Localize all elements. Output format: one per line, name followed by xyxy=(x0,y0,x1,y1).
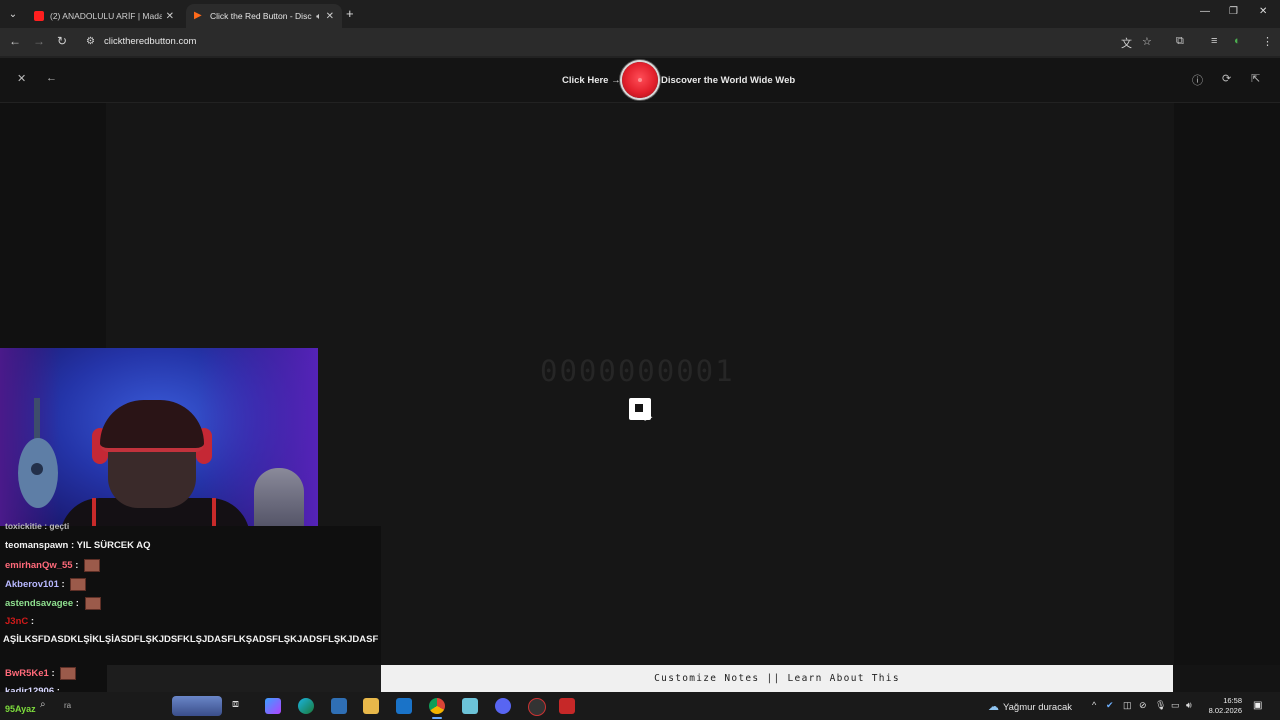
tab-search-chevron-icon[interactable]: ⌄ xyxy=(4,5,22,23)
no-wifi-icon[interactable]: ⊘ xyxy=(1139,700,1147,711)
speaker-icon[interactable]: 🔈︎ xyxy=(316,11,321,22)
back-icon[interactable]: ← xyxy=(9,34,21,48)
chat-username: astendsavagee xyxy=(5,598,74,610)
shield-icon[interactable]: ◫ xyxy=(1123,700,1132,711)
chat-message: Akberov101 : xyxy=(5,578,87,591)
system-clock[interactable]: 16:58 8.02.2026 xyxy=(1200,696,1242,716)
close-tab-icon[interactable]: ✕ xyxy=(166,11,174,22)
mouse-cursor-icon: ➤ xyxy=(643,410,654,424)
chat-long-text: AŞİLKSFDASDKLŞİKLŞİASDFLŞKJDSFKLŞJDASFLK… xyxy=(3,634,379,645)
weather-widget[interactable]: ☁ Yağmur duracak xyxy=(988,700,1072,713)
site-info-icon[interactable]: ⚙ xyxy=(86,36,95,47)
chat-emote xyxy=(60,667,77,680)
red-button-highlight xyxy=(638,78,642,82)
file-explorer-icon[interactable] xyxy=(363,698,379,714)
bookmark-star-icon[interactable]: ☆ xyxy=(1142,35,1152,48)
webcam-overlay xyxy=(0,348,318,526)
youtube-favicon-icon xyxy=(34,11,44,21)
rain-cloud-icon: ☁ xyxy=(988,701,999,713)
profile-icon[interactable]: ◐ xyxy=(1234,35,1241,47)
chat-username: Akberov101 xyxy=(5,579,59,591)
microphone-icon[interactable]: 🎙︎ xyxy=(1155,700,1166,711)
site-favicon-icon: ▶ xyxy=(194,10,202,21)
steam-icon[interactable]: ✔ xyxy=(1106,700,1114,711)
task-view-icon[interactable]: ⧈ xyxy=(232,698,248,714)
chat-username: teomanspawn xyxy=(5,540,69,551)
notepad-icon[interactable] xyxy=(462,698,478,714)
tab-strip: ⌄ (2) ANADOLULU ARİF | Madara ✕ ▶ Click … xyxy=(0,0,1280,28)
info-icon[interactable]: ⓘ xyxy=(1192,72,1203,88)
chat-emote xyxy=(84,597,101,610)
page-header: ✕ ← Click Here → Discover the World Wide… xyxy=(0,58,1280,103)
red-button[interactable] xyxy=(622,62,658,98)
chrome-icon[interactable] xyxy=(429,698,445,719)
notes-bar[interactable]: Customize Notes || Learn About This xyxy=(381,665,1173,692)
address-bar[interactable]: clicktheredbutton.com xyxy=(104,36,196,47)
extensions-icon[interactable]: ⧉ xyxy=(1176,35,1184,48)
menu-kebab-icon[interactable]: ⋮ xyxy=(1262,35,1273,48)
discord-icon[interactable] xyxy=(495,698,511,714)
chat-message: astendsavagee : xyxy=(5,597,101,610)
chat-message: teomanspawn : YIL SÜRCEK AQ xyxy=(5,540,151,551)
edge-icon[interactable] xyxy=(298,698,314,714)
tray-overflow-icon[interactable]: ^ xyxy=(1092,700,1096,710)
tab-title: (2) ANADOLULU ARİF | Madara xyxy=(50,11,162,21)
guitar-soundhole xyxy=(31,463,43,475)
close-window-icon[interactable]: ✕ xyxy=(1259,6,1267,17)
outlook-icon[interactable] xyxy=(396,698,412,714)
notes-bar-text: Customize Notes || Learn About This xyxy=(654,673,900,684)
open-external-icon[interactable]: ⇱ xyxy=(1251,72,1260,85)
chat-username: J3nC xyxy=(5,616,29,627)
chat-partial-line: toxickitie : geçti xyxy=(5,521,70,531)
search-icon[interactable]: ⌕ xyxy=(40,699,56,715)
notification-icon[interactable]: ▣ xyxy=(1253,700,1262,711)
tab-anadolulu-arif[interactable]: (2) ANADOLULU ARİF | Madara ✕ xyxy=(26,4,182,28)
back-arrow-icon[interactable]: ← xyxy=(46,72,57,84)
close-tab-icon[interactable]: ✕ xyxy=(326,11,334,22)
refresh-icon[interactable]: ⟳ xyxy=(1222,72,1231,85)
jacket-stripe xyxy=(92,498,96,526)
store-icon[interactable] xyxy=(331,698,347,714)
weather-text: Yağmur duracak xyxy=(1003,702,1072,713)
chat-username: emirhanQw_55 xyxy=(5,560,73,572)
restore-icon[interactable]: ❐ xyxy=(1229,6,1238,17)
tab-title: Click the Red Button - Disco xyxy=(210,11,313,21)
chat-message: J3nC : xyxy=(5,616,35,627)
streamer-cap xyxy=(100,400,204,452)
reload-icon[interactable]: ↻ xyxy=(57,34,67,48)
discover-label: Discover the World Wide Web xyxy=(661,75,796,86)
browser-toolbar: ← → ↻ ⚙ clicktheredbutton.com 文 ☆ ⧉ ≡ ◐ … xyxy=(0,28,1280,56)
jacket-stripe xyxy=(212,498,216,526)
translate-icon[interactable]: 文 xyxy=(1121,35,1132,51)
tab-click-the-red-button[interactable]: ▶ Click the Red Button - Disco 🔈︎ ✕ xyxy=(186,4,342,28)
chat-emote xyxy=(70,578,87,591)
media-controls-icon[interactable]: ≡ xyxy=(1211,35,1217,47)
minimize-icon[interactable]: — xyxy=(1200,6,1210,17)
chat-emote xyxy=(84,559,101,572)
microphone xyxy=(254,468,304,526)
obs-icon[interactable] xyxy=(528,698,546,716)
chat-username: BwR5Ke1 xyxy=(5,668,49,680)
chat-bottom-user: 95Ayaz xyxy=(5,704,36,714)
click-counter: 0000000001 xyxy=(540,354,735,388)
copilot-icon[interactable] xyxy=(265,698,281,714)
volume-icon[interactable]: 🔊︎ xyxy=(1186,700,1192,711)
forward-icon[interactable]: → xyxy=(33,34,45,48)
chat-message: emirhanQw_55 : xyxy=(5,559,101,572)
network-icon[interactable]: ▭ xyxy=(1171,700,1180,711)
windows-taskbar: ⌕ ra ⧈ ☁ Yağmur duracak ^ ✔ ◫ ⊘ 🎙︎ ▭ 🔊︎ 1… xyxy=(0,692,1280,720)
right-margin xyxy=(1174,103,1280,665)
new-tab-button[interactable]: + xyxy=(346,6,354,21)
voicemeeter-icon[interactable] xyxy=(559,698,575,714)
clock-time: 16:58 xyxy=(1223,696,1242,705)
widgets-icon[interactable] xyxy=(172,696,222,716)
clock-date: 8.02.2026 xyxy=(1208,706,1242,715)
close-icon[interactable]: ✕ xyxy=(17,72,26,85)
search-hint: ra xyxy=(64,701,72,710)
click-here-label: Click Here → xyxy=(562,75,621,86)
chat-text: YIL SÜRCEK AQ xyxy=(76,540,151,551)
chat-message: BwR5Ke1 : xyxy=(5,667,77,680)
